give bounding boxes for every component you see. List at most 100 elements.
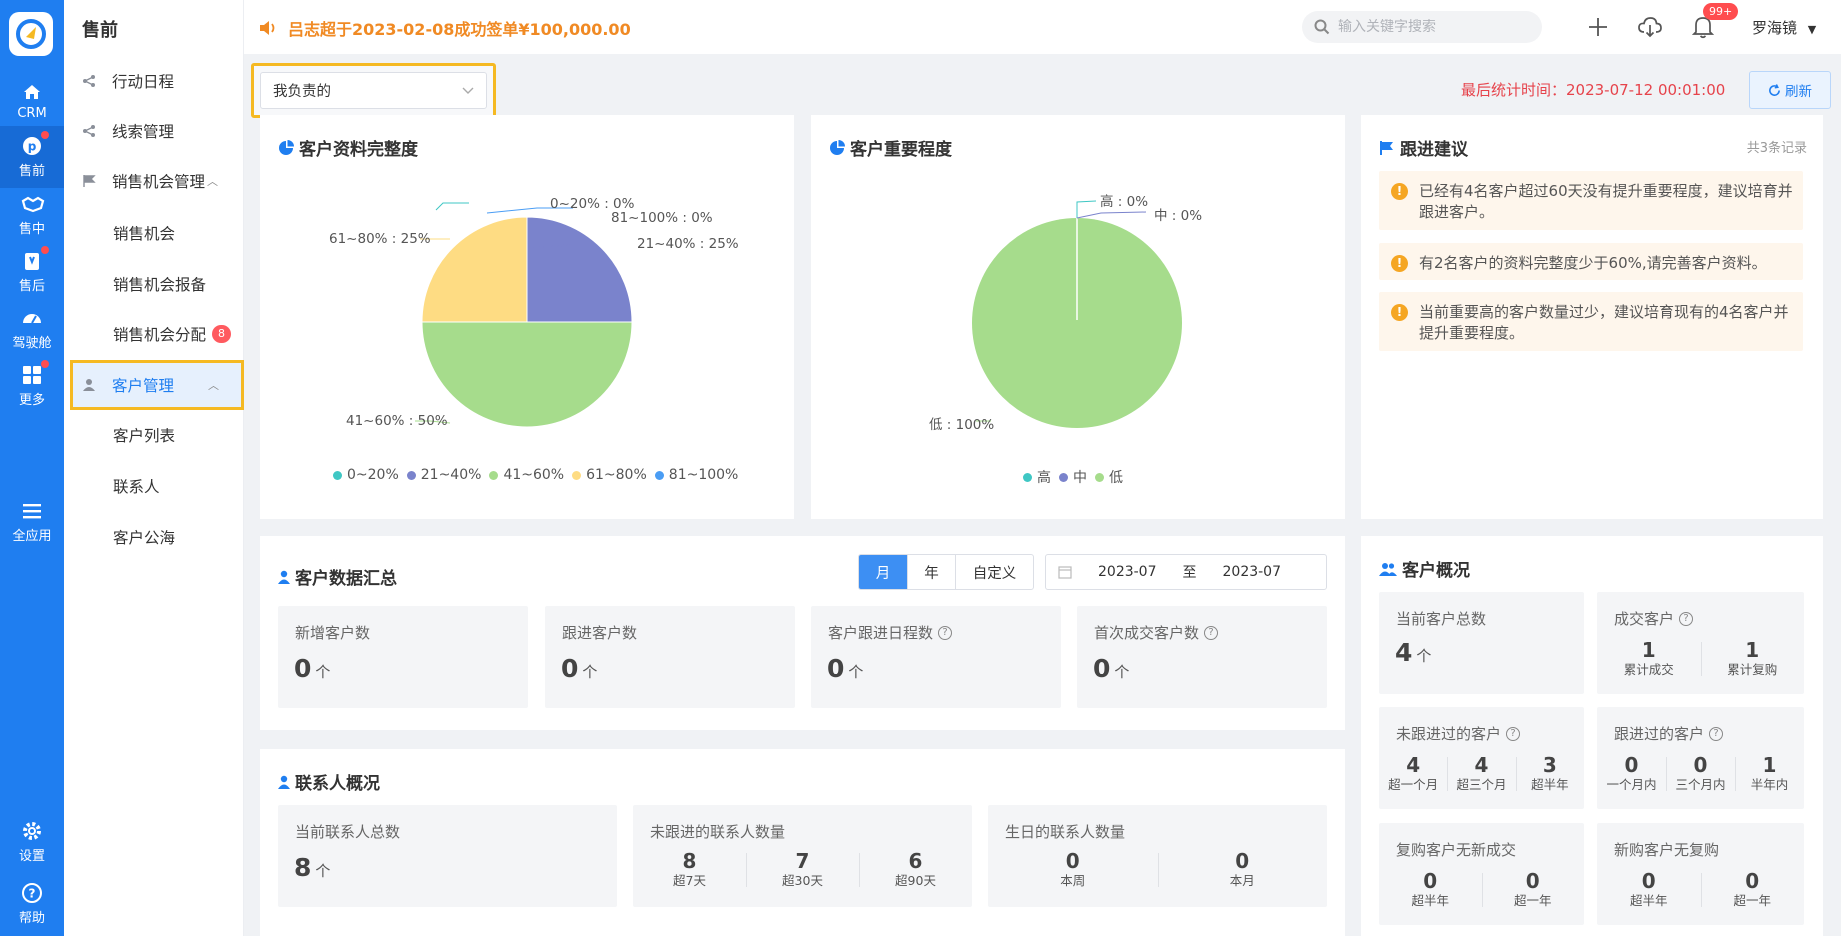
pie-slice-21~40%[interactable] — [526, 216, 633, 323]
sidebar-item-leads[interactable]: 线索管理 — [64, 111, 244, 151]
stat-cell[interactable]: 0 三个月内 — [1666, 753, 1735, 793]
pie-slice-61~80%[interactable] — [421, 216, 528, 323]
contacts-total-box[interactable]: 当前联系人总数 8个 — [278, 805, 617, 907]
rail-item-settings[interactable]: 设置 — [0, 811, 64, 873]
stat-cell[interactable]: 7 超30天 — [746, 849, 859, 889]
flag-icon — [82, 174, 96, 188]
last-stat-time: 最后统计时间：2023-07-12 00:01:00 — [1461, 81, 1726, 99]
sidebar-item-opportunity-report[interactable]: 销售机会报备 — [64, 264, 244, 304]
notifications-button[interactable]: 99+ — [1689, 3, 1739, 41]
chevron-down-icon — [462, 87, 474, 94]
leader-line — [1076, 211, 1147, 219]
tab-month[interactable]: 月 — [859, 555, 907, 589]
date-range-picker[interactable]: 2023-07 至 2023-07 — [1045, 554, 1327, 590]
suggestion-item[interactable]: ! 已经有4名客户超过60天没有提升重要程度，建议培育并跟进客户。 — [1379, 171, 1803, 230]
stat-cell[interactable]: 1 累计成交 — [1597, 638, 1701, 678]
customer-overview-title: 客户概况 — [1379, 556, 1470, 581]
legend-item[interactable]: 41~60% — [489, 467, 564, 483]
pie-label: 高 : 0% — [1100, 194, 1149, 210]
period-tabs: 月 年 自定义 — [858, 554, 1034, 590]
summary-box-new-customers[interactable]: 新增客户数 0个 — [278, 606, 528, 708]
date-end[interactable]: 2023-07 — [1223, 564, 1282, 580]
rail-item-cockpit[interactable]: 驾驶舱 — [0, 298, 64, 360]
overview-followed-box[interactable]: 跟进过的客户? 0 一个月内 0 三个月内 1 半年内 — [1597, 707, 1804, 809]
sidebar-item-schedule[interactable]: 行动日程 — [64, 61, 244, 101]
rail-item-crm[interactable]: CRM — [0, 70, 64, 132]
overview-repurchase-box[interactable]: 复购客户无新成交 0 超半年 0 超一年 — [1379, 823, 1584, 925]
download-button[interactable] — [1636, 13, 1664, 41]
help-icon[interactable]: ? — [1506, 726, 1521, 741]
summary-box-first-deal[interactable]: 首次成交客户数? 0个 — [1077, 606, 1327, 708]
add-button[interactable] — [1584, 13, 1612, 41]
sidebar-item-customer-pool[interactable]: 客户公海 — [64, 517, 244, 557]
legend-item[interactable]: 0~20% — [333, 467, 399, 483]
suggestion-item[interactable]: ! 当前重要高的客户数量过少，建议培育现有的4名客户并提升重要程度。 — [1379, 292, 1803, 351]
user-menu[interactable]: 罗海镜 ▼ — [1752, 17, 1816, 38]
chevron-up-icon: ︿ — [208, 379, 219, 392]
stat-cell[interactable]: 0 本月 — [1157, 849, 1328, 889]
pie-slice-41~60%[interactable] — [421, 321, 633, 428]
sidebar-item-opportunity-assign[interactable]: 销售机会分配 8 — [64, 314, 244, 354]
summary-box-followed-customers[interactable]: 跟进客户数 0个 — [545, 606, 795, 708]
overview-total-box[interactable]: 当前客户总数 4个 — [1379, 592, 1584, 694]
svg-text:?: ? — [29, 887, 36, 901]
notification-dot — [41, 131, 49, 139]
overview-newbuy-box[interactable]: 新购客户无复购 0 超半年 0 超一年 — [1597, 823, 1804, 925]
sidebar-item-contacts[interactable]: 联系人 — [64, 466, 244, 506]
stat-cell[interactable]: 4 超一个月 — [1379, 753, 1447, 793]
date-start[interactable]: 2023-07 — [1098, 564, 1157, 580]
notification-count-badge: 99+ — [1703, 3, 1739, 20]
rail-item-more[interactable]: 更多 — [0, 355, 64, 417]
stat-cell[interactable]: 0 一个月内 — [1597, 753, 1666, 793]
summary-box-schedule-count[interactable]: 客户跟进日程数? 0个 — [811, 606, 1061, 708]
tab-year[interactable]: 年 — [907, 555, 955, 589]
stat-cell[interactable]: 3 超半年 — [1515, 753, 1584, 793]
suggestions-card: 跟进建议 共3条记录 ! 已经有4名客户超过60天没有提升重要程度，建议培育并跟进… — [1361, 115, 1823, 519]
legend-item[interactable]: 21~40% — [406, 467, 481, 483]
stat-cell[interactable]: 1 半年内 — [1735, 753, 1804, 793]
app-logo-icon[interactable] — [9, 12, 53, 56]
overview-nofollow-box[interactable]: 未跟进过的客户? 4 超一个月 4 超三个月 3 超半年 — [1379, 707, 1584, 809]
stat-cell[interactable]: 1 累计复购 — [1700, 638, 1805, 678]
rail-item-all-apps[interactable]: 全应用 — [0, 491, 64, 553]
secondary-sidebar: 售前 行动日程 线索管理 销售机会管理 ︿ 销售机会 销售机会报备 销售机会分配… — [64, 0, 244, 936]
help-icon[interactable]: ? — [1679, 611, 1694, 626]
legend-item[interactable]: 61~80% — [572, 467, 647, 483]
stat-cell[interactable]: 6 超90天 — [859, 849, 972, 889]
help-icon[interactable]: ? — [938, 625, 953, 640]
stat-cell[interactable]: 0 超一年 — [1700, 869, 1805, 909]
sidebar-item-customer-mgmt[interactable]: 客户管理 ︿ — [70, 360, 244, 410]
help-icon[interactable]: ? — [1204, 625, 1219, 640]
refresh-button[interactable]: 刷新 — [1749, 71, 1831, 109]
search-box[interactable] — [1302, 11, 1542, 43]
suggestion-item[interactable]: ! 有2名客户的资料完整度少于60%,请完善客户资料。 — [1379, 243, 1803, 280]
stat-cell[interactable]: 0 超半年 — [1379, 869, 1482, 909]
flag-icon — [1380, 140, 1393, 155]
rail-item-presale[interactable]: p 售前 — [0, 126, 64, 188]
legend-item[interactable]: 低 — [1095, 467, 1123, 487]
help-icon[interactable]: ? — [1709, 726, 1724, 741]
sidebar-item-opportunity[interactable]: 销售机会 — [64, 213, 244, 253]
stat-cell[interactable]: 8 超7天 — [633, 849, 746, 889]
owner-select[interactable]: 我负责的 — [260, 72, 487, 109]
contacts-birthday-box[interactable]: 生日的联系人数量 0 本周 0 本月 — [988, 805, 1327, 907]
legend-item[interactable]: 中 — [1059, 467, 1087, 487]
announcement[interactable]: 吕志超于2023-02-08成功签单¥100,000.00 — [258, 16, 631, 40]
pie-label: 21~40% : 25% — [637, 236, 739, 252]
caret-down-icon: ▼ — [1807, 23, 1817, 36]
sidebar-item-customer-list[interactable]: 客户列表 — [64, 415, 244, 455]
legend-item[interactable]: 高 — [1023, 467, 1051, 487]
legend-item[interactable]: 81~100% — [654, 467, 738, 483]
rail-item-aftersale[interactable]: 售后 — [0, 241, 64, 303]
overview-deal-box[interactable]: 成交客户? 1 累计成交 1 累计复购 — [1597, 592, 1804, 694]
stat-cell[interactable]: 0 本周 — [988, 849, 1158, 889]
sidebar-item-opportunity-mgmt[interactable]: 销售机会管理 ︿ — [64, 161, 244, 201]
tab-custom[interactable]: 自定义 — [955, 555, 1033, 589]
stat-cell[interactable]: 4 超三个月 — [1447, 753, 1515, 793]
stat-cell[interactable]: 0 超半年 — [1597, 869, 1701, 909]
rail-item-insale[interactable]: 售中 — [0, 184, 64, 246]
stat-cell[interactable]: 0 超一年 — [1481, 869, 1585, 909]
search-input[interactable] — [1338, 19, 1528, 35]
contacts-unfollowed-box[interactable]: 未跟进的联系人数量 8 超7天 7 超30天 6 超90天 — [633, 805, 972, 907]
rail-item-help[interactable]: ? 帮助 — [0, 873, 64, 935]
